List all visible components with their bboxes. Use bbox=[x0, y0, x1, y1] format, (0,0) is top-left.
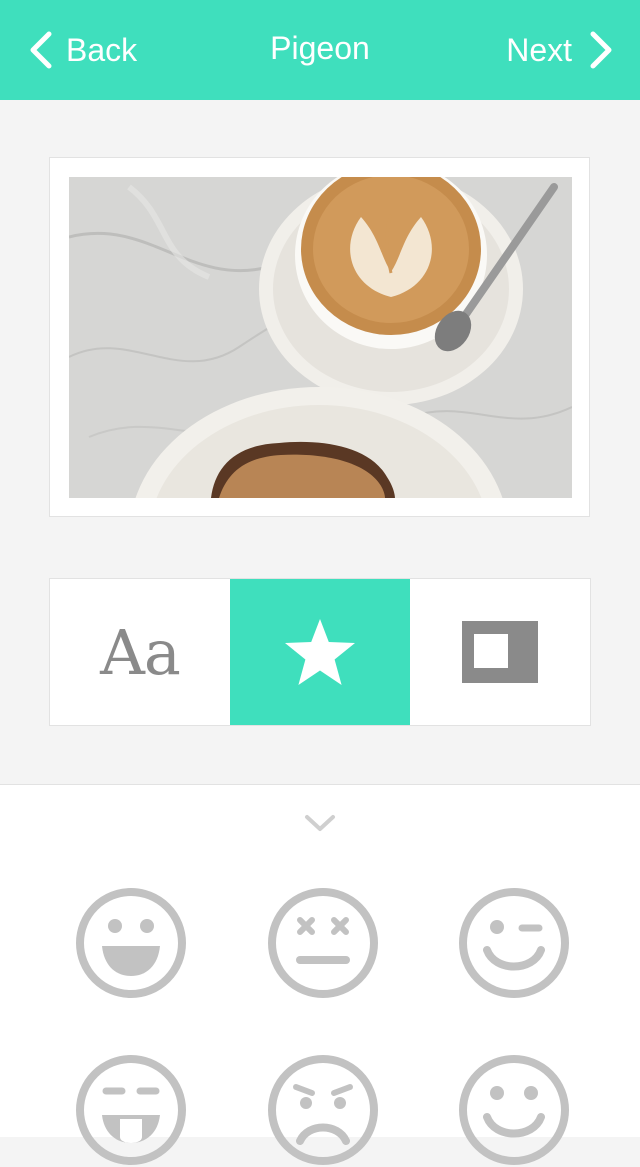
text-tool-button[interactable]: Aa bbox=[50, 579, 230, 725]
star-icon bbox=[285, 619, 355, 685]
photo-preview bbox=[69, 177, 572, 498]
chevron-right-icon bbox=[590, 31, 612, 69]
chevron-down-icon[interactable] bbox=[303, 813, 337, 833]
frown-emoji-icon[interactable] bbox=[266, 1053, 380, 1167]
navigation-bar: Back Pigeon Next bbox=[0, 0, 640, 100]
photo-card bbox=[49, 157, 590, 517]
next-button[interactable]: Next bbox=[506, 28, 614, 72]
frame-icon bbox=[462, 621, 538, 683]
dizzy-emoji-icon[interactable] bbox=[266, 886, 380, 1000]
wink-emoji-icon[interactable] bbox=[457, 886, 571, 1000]
tongue-emoji-icon[interactable] bbox=[74, 1053, 188, 1167]
tool-selector: Aa bbox=[49, 578, 591, 726]
grin-emoji-icon[interactable] bbox=[74, 886, 188, 1000]
frame-tool-button[interactable] bbox=[410, 579, 590, 725]
text-tool-label: Aa bbox=[100, 615, 181, 689]
sticker-tool-button[interactable] bbox=[230, 579, 410, 725]
sticker-panel bbox=[0, 784, 640, 1165]
next-label: Next bbox=[506, 31, 572, 68]
smile-emoji-icon[interactable] bbox=[457, 1053, 571, 1167]
